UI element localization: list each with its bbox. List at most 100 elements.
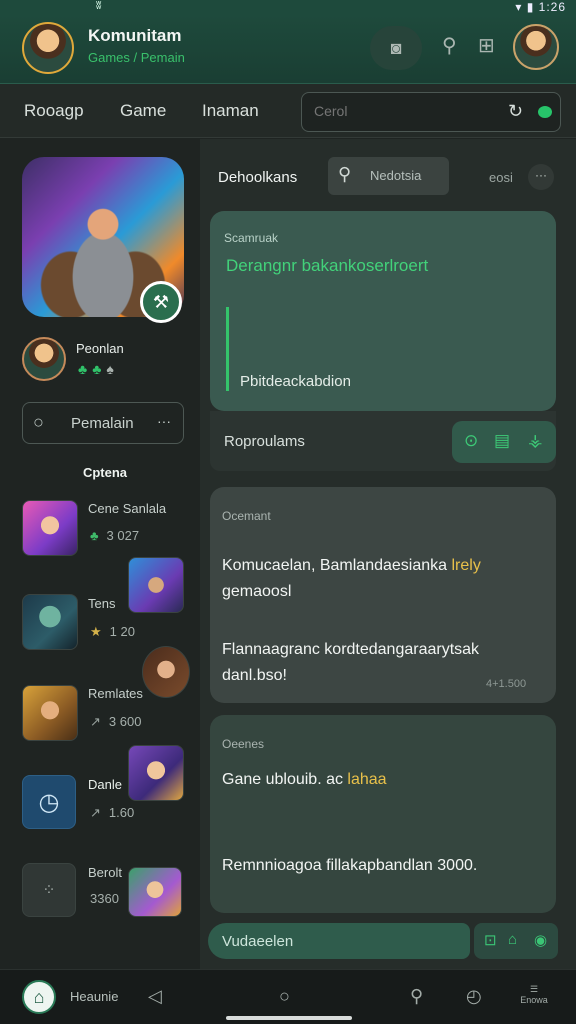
game-icon[interactable] (22, 594, 78, 650)
chat-icon[interactable]: ⊙ (464, 431, 478, 451)
search-icon[interactable]: ⚲ (442, 36, 457, 56)
apps-icon[interactable]: ⊞ (478, 36, 495, 56)
sidebar-search-label: Pemalain (71, 415, 134, 432)
home-circle-icon[interactable]: ○ (279, 986, 290, 1007)
timer-icon[interactable]: ◴ (466, 986, 482, 1007)
clock: 1:26 (538, 0, 566, 14)
clock-icon: ◷ (38, 788, 60, 816)
tools-icon: ⚒ (152, 291, 170, 312)
game-meta: ♣ 3 027 (90, 528, 140, 543)
arrow-icon: ↗ (90, 714, 101, 729)
game-icon[interactable]: ⁘ (22, 863, 76, 917)
badge-icon: ♣ (92, 361, 107, 377)
game-icon[interactable]: ◷ (22, 775, 76, 829)
nav-tabs: Rooagp Game Inaman ↻ (0, 84, 576, 138)
section-title: Dehoolkans (218, 169, 298, 186)
player-icon: ♣ (90, 528, 99, 543)
game-meta: 3360 (90, 891, 119, 906)
tab-game[interactable]: Game (120, 101, 166, 121)
reply-actions: ⊡ ⌂ ◉ (474, 923, 558, 959)
post-headline[interactable]: Derangnr bakankoserlroert (226, 256, 428, 276)
status-time: ▾ ▮ 1:26 (515, 0, 566, 14)
send-icon[interactable]: ◉ (534, 931, 547, 949)
discussion-search[interactable]: ⚲ Nedotsia (328, 157, 449, 195)
more-button[interactable]: ··· (528, 164, 554, 190)
nav-search-box: ↻ (301, 92, 561, 132)
search-icon: ○ (33, 412, 44, 432)
back-icon[interactable]: ◁ (148, 986, 162, 1007)
game-name[interactable]: Tens (88, 596, 115, 611)
chat-status-icon[interactable] (538, 106, 552, 118)
post-body-secondary: Remnnioagoa fillakapbandlan 3000. (222, 857, 478, 874)
game-icon[interactable] (128, 557, 184, 613)
game-meta: ↗ 3 600 (90, 714, 142, 729)
menu-button[interactable]: ☰ Enowa (518, 984, 550, 1006)
player-avatar[interactable] (22, 337, 66, 381)
game-name[interactable]: Berolt (88, 865, 122, 880)
options-heading: Cptena (82, 465, 128, 480)
post-subtext: Pbitdeackabdion (240, 373, 351, 390)
reply-input[interactable] (208, 923, 470, 959)
highlight-text: lahaa (347, 771, 387, 788)
highlight-text: lrely (451, 557, 481, 574)
arrow-icon: ↗ (90, 805, 101, 820)
game-icon[interactable] (128, 745, 184, 801)
more-icon: ··· (157, 413, 171, 429)
page-title: Komunitam (88, 26, 182, 45)
tab-inaman[interactable]: Inaman (202, 101, 259, 121)
home-icon[interactable]: ⌂ (508, 931, 517, 948)
main-content: Dehoolkans ⚲ Nedotsia eosi ··· Scamruak … (200, 139, 576, 969)
list-icon[interactable]: ▤ (494, 431, 510, 451)
game-icon[interactable] (128, 867, 182, 917)
game-icon[interactable] (22, 685, 78, 741)
menu-icon: ☰ (529, 984, 539, 994)
post-timestamp: 4+1.500 (486, 678, 527, 690)
quote-bar (226, 307, 229, 391)
post-card[interactable]: Scamruak Derangnr bakankoserlroert Pbitd… (210, 211, 556, 411)
status-bar: ʬ ▾ ▮ 1:26 (0, 0, 576, 14)
tools-button[interactable]: ⚒ (140, 281, 182, 323)
sidebar-search[interactable]: ○ Pemalain ··· (22, 402, 184, 444)
share-icon[interactable]: ⚶ (528, 431, 542, 451)
menu-label: Enowa (520, 995, 548, 1005)
game-meta: ↗ 1.60 (90, 805, 135, 820)
status-app-icon: ʬ (96, 0, 102, 12)
app-header: Komunitam Games / Pemain ◙ ⚲ ⊞ (0, 14, 576, 84)
home-button[interactable]: ⌂ (22, 980, 56, 1014)
player-name: Peonlan (76, 341, 124, 356)
tab-rooagp[interactable]: Rooagp (24, 101, 84, 121)
community-avatar[interactable] (22, 22, 74, 74)
game-icon[interactable] (142, 646, 190, 698)
home-label[interactable]: Heaunie (70, 989, 118, 1004)
post-footer-label: Roproulams (224, 433, 305, 450)
search-icon[interactable]: ⚲ (410, 986, 423, 1007)
post-body: Komucaelan, Bamlandaesianka lrely gemaoo… (222, 557, 481, 600)
camera-icon: ◙ (390, 37, 402, 58)
nav-search-input[interactable] (314, 103, 494, 119)
loading-icon: ⁘ (42, 882, 56, 899)
player-badges: ♣♣♠ (78, 361, 119, 377)
badge-icon: ♣ (78, 361, 93, 377)
game-name[interactable]: Remlates (88, 686, 143, 701)
gesture-bar[interactable] (226, 1016, 352, 1020)
refresh-icon[interactable]: ↻ (508, 101, 523, 122)
post-card[interactable]: Oeenes Gane ublouib. ac lahaa Remnnioago… (210, 715, 556, 913)
reply-bar: ⊡ ⌂ ◉ (208, 915, 558, 965)
game-name[interactable]: Danle (88, 777, 122, 792)
post-category: Ocemant (222, 509, 271, 523)
post-category: Scamruak (224, 231, 279, 245)
post-category: Oeenes (222, 737, 265, 751)
post-actions: ⊙ ▤ ⚶ (452, 421, 556, 463)
game-name[interactable]: Cene Sanlala (88, 501, 166, 516)
search-icon: ⚲ (338, 164, 352, 184)
star-icon: ★ (90, 624, 102, 639)
attach-icon[interactable]: ⊡ (484, 931, 497, 949)
profile-avatar[interactable] (513, 24, 559, 70)
sort-label[interactable]: eosi (489, 170, 513, 185)
game-meta: ★ 1 20 (90, 624, 135, 639)
camera-button[interactable]: ◙ (370, 26, 422, 70)
post-card[interactable]: Ocemant Komucaelan, Bamlandaesianka lrel… (210, 487, 556, 703)
home-icon: ⌂ (33, 987, 45, 1007)
game-icon[interactable] (22, 500, 78, 556)
page-subtitle: Games / Pemain (88, 50, 185, 65)
